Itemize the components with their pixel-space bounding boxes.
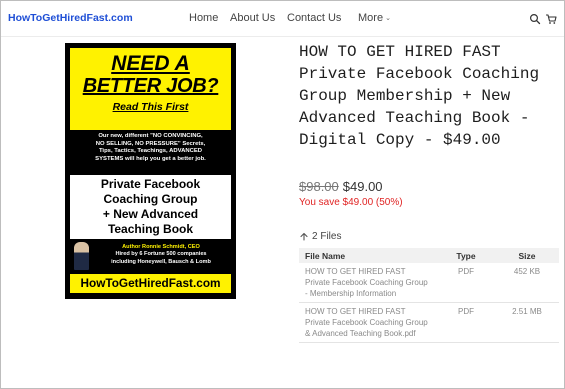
cover-headline-2: BETTER JOB? <box>82 75 219 97</box>
page-frame: HowToGetHiredFast.com Home About Us Cont… <box>0 0 565 389</box>
sale-price: $49.00 <box>342 179 383 194</box>
cover-product-line: Teaching Book <box>107 222 194 236</box>
table-row[interactable]: HOW TO GET HIRED FAST Private Facebook C… <box>299 263 559 303</box>
nav-more-dropdown[interactable]: More ⌄ <box>358 12 391 24</box>
file-type-cell: PDF <box>437 263 495 303</box>
files-count-label: 2 Files <box>312 231 342 242</box>
nav-home-label[interactable]: Home <box>189 12 218 24</box>
cart-icon[interactable] <box>545 13 557 25</box>
cover-blurb: Our new, different "NO CONVINCING, NO SE… <box>70 132 231 168</box>
chevron-down-icon[interactable]: ⌄ <box>385 14 391 22</box>
column-header-size: Size <box>495 248 559 263</box>
download-icon <box>300 232 308 241</box>
files-table: File Name Type Size HOW TO GET HIRED FAS… <box>299 248 559 343</box>
cover-blurb-line: Our new, different "NO CONVINCING, <box>98 133 203 139</box>
cover-author-line: including Honeywell, Bausch & Lomb <box>111 258 211 265</box>
cover-blurb-line: SYSTEMS will help you get a better job. <box>95 155 206 162</box>
nav-contact-label[interactable]: Contact Us <box>287 12 341 24</box>
cover-author-panel: Author Ronnie Schmidt, CEO Hired by 6 Fo… <box>70 241 231 273</box>
nav-about-link[interactable]: About Us <box>230 12 275 24</box>
cover-author-line: Author Ronnie Schmidt, CEO <box>122 244 200 250</box>
cover-product-line: Private Facebook <box>100 177 201 191</box>
column-header-type: Type <box>437 248 495 263</box>
product-title: HOW TO GET HIRED FAST Private Facebook C… <box>299 43 540 149</box>
file-name-cell[interactable]: HOW TO GET HIRED FAST Private Facebook C… <box>299 302 437 343</box>
file-name-cell[interactable]: HOW TO GET HIRED FAST Private Facebook C… <box>299 263 437 303</box>
nav-about-label[interactable]: About Us <box>230 12 275 24</box>
cover-blurb-line: NO SELLING, NO PRESSURE" Secrets, <box>95 140 206 147</box>
cover-author-text: Author Ronnie Schmidt, CEO Hired by 6 Fo… <box>92 244 230 266</box>
nav-home-link[interactable]: Home <box>189 12 218 24</box>
product-cover-image[interactable]: NEED A BETTER JOB? Read This First Our n… <box>65 43 236 299</box>
table-row[interactable]: HOW TO GET HIRED FAST Private Facebook C… <box>299 302 559 343</box>
column-header-name: File Name <box>299 248 437 263</box>
original-price: $98.00 <box>299 179 339 194</box>
cover-product-line: + New Advanced <box>102 207 199 221</box>
file-size-cell: 452 KB <box>495 263 559 303</box>
cover-product-line: Coaching Group <box>103 192 198 206</box>
nav-contact-link[interactable]: Contact Us <box>287 12 341 24</box>
cover-blurb-line: Tips, Tactics, Teachings, ADVANCED <box>98 148 203 155</box>
cover-author-line: Hired by 6 Fortune 500 companies <box>115 251 207 258</box>
cover-headline-panel: NEED A BETTER JOB? Read This First <box>70 48 231 130</box>
site-header: HowToGetHiredFast.com Home About Us Cont… <box>1 1 564 37</box>
nav-more-label[interactable]: More <box>358 12 383 24</box>
cover-site-name: HowToGetHiredFast.com <box>70 274 231 293</box>
price-row: $98.00 $49.00 <box>299 179 383 194</box>
files-count: 2 Files <box>299 231 341 242</box>
site-logo-link[interactable]: HowToGetHiredFast.com <box>8 12 133 24</box>
savings-text: You save $49.00 (50%) <box>299 197 403 208</box>
files-table-header: File Name Type Size <box>299 248 559 263</box>
author-photo <box>74 242 89 270</box>
file-type-cell: PDF <box>437 302 495 343</box>
search-icon[interactable] <box>529 13 541 25</box>
cover-headline-1: NEED A <box>111 52 190 75</box>
cover-subhead: Read This First <box>112 101 189 113</box>
file-size-cell: 2.51 MB <box>495 302 559 343</box>
cover-product-panel: Private Facebook Coaching Group + New Ad… <box>70 175 231 239</box>
